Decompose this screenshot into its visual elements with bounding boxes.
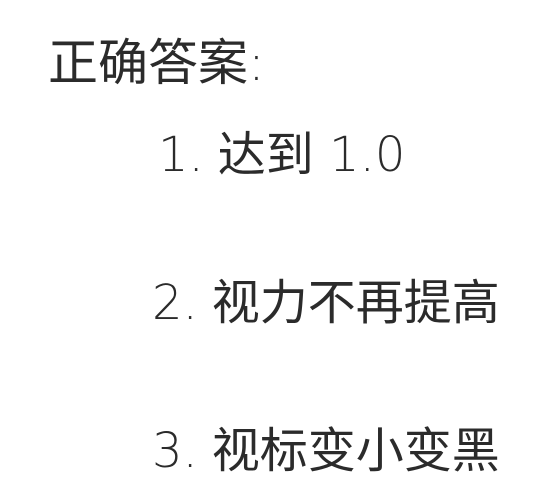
answer-number-1: 1. bbox=[158, 127, 204, 183]
answer-item-2: 2. 视力不再提高 bbox=[152, 270, 500, 336]
answer-text-3: 视标变小变黑 bbox=[211, 423, 500, 479]
page-title: 正确答案: bbox=[48, 34, 265, 92]
answer-item-3: 3. 视标变小变黑 bbox=[152, 418, 500, 484]
answer-number-3: 3. bbox=[152, 423, 198, 479]
answer-text-2: 视力不再提高 bbox=[211, 275, 500, 331]
answer-text-1: 达到 1.0 bbox=[217, 127, 406, 183]
answer-number-2: 2. bbox=[152, 275, 198, 331]
answer-item-1: 1. 达到 1.0 bbox=[158, 122, 405, 188]
